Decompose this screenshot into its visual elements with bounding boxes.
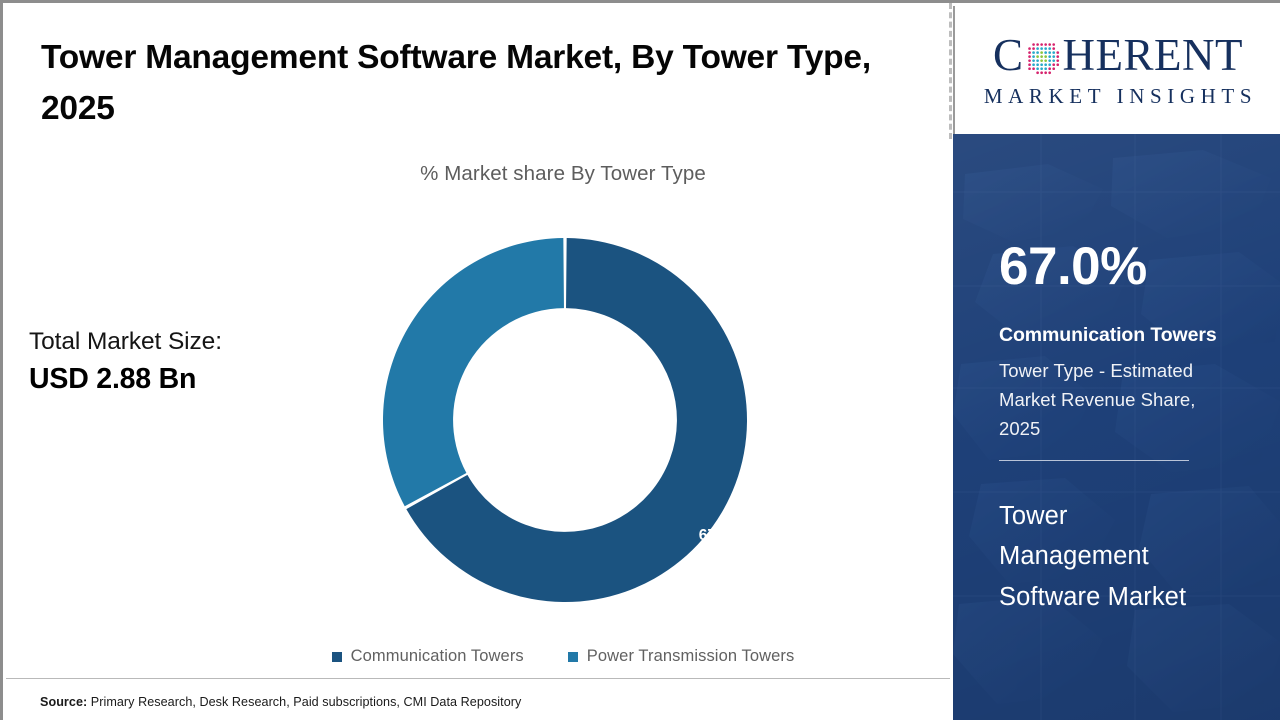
legend-item-power-transmission-towers[interactable]: Power Transmission Towers (567, 647, 795, 666)
donut-slice-group (383, 238, 747, 603)
donut-slice[interactable] (383, 238, 564, 507)
logo-word-herent: HERENT (1062, 30, 1243, 80)
stat-market-name: Tower Management Software Market (999, 502, 1187, 611)
slice-label-power-transmission-towers: xx.x% (406, 261, 450, 278)
stat-card-divider (999, 460, 1189, 461)
stat-card: 67.0% Communication Towers Tower Type - … (953, 134, 1280, 720)
slice-label-communication-towers: 67.0% (699, 527, 743, 544)
legend-swatch-icon (567, 651, 578, 662)
stat-segment-name: Communication Towers (999, 324, 1217, 346)
logo: C HERENT MARKET INSIGHTS (953, 6, 1280, 134)
legend-label-power-transmission-towers: Power Transmission Towers (586, 647, 795, 665)
brand-panel: C HERENT MARKET INSIGHTS 67.0% Communica… (953, 3, 1280, 720)
source-prefix: Source: (40, 695, 88, 709)
total-market-size-label: Total Market Size: (29, 328, 222, 355)
stat-percent-value: 67.0% (999, 237, 1147, 296)
legend-swatch-icon (331, 651, 342, 662)
source-divider (6, 678, 950, 679)
total-market-size-block: Total Market Size: USD 2.88 Bn (29, 325, 329, 399)
donut-chart: 67.0% xx.x% (374, 229, 756, 611)
source-note: Source: Primary Research, Desk Research,… (40, 695, 521, 709)
page-title: Tower Management Software Market, By Tow… (41, 39, 871, 127)
legend-label-communication-towers: Communication Towers (350, 647, 524, 665)
stat-description: Tower Type - Estimated Market Revenue Sh… (999, 360, 1196, 440)
source-text: Primary Research, Desk Research, Paid su… (87, 695, 522, 709)
total-market-size-value: USD 2.88 Bn (29, 362, 197, 395)
logo-wordmark: C HERENT (993, 32, 1243, 80)
chart-panel: Tower Management Software Market, By Tow… (3, 3, 950, 720)
dotted-sphere-icon (1027, 42, 1059, 74)
panel-divider (949, 3, 952, 139)
donut-chart-svg: 67.0% xx.x% (383, 238, 747, 603)
infographic-root: Tower Management Software Market, By Tow… (0, 0, 1280, 720)
logo-tagline: MARKET INSIGHTS (983, 83, 1258, 108)
legend-item-communication-towers[interactable]: Communication Towers (331, 647, 524, 666)
logo-letter-c: C (993, 30, 1024, 80)
stat-card-content: 67.0% Communication Towers Tower Type - … (999, 134, 1259, 720)
